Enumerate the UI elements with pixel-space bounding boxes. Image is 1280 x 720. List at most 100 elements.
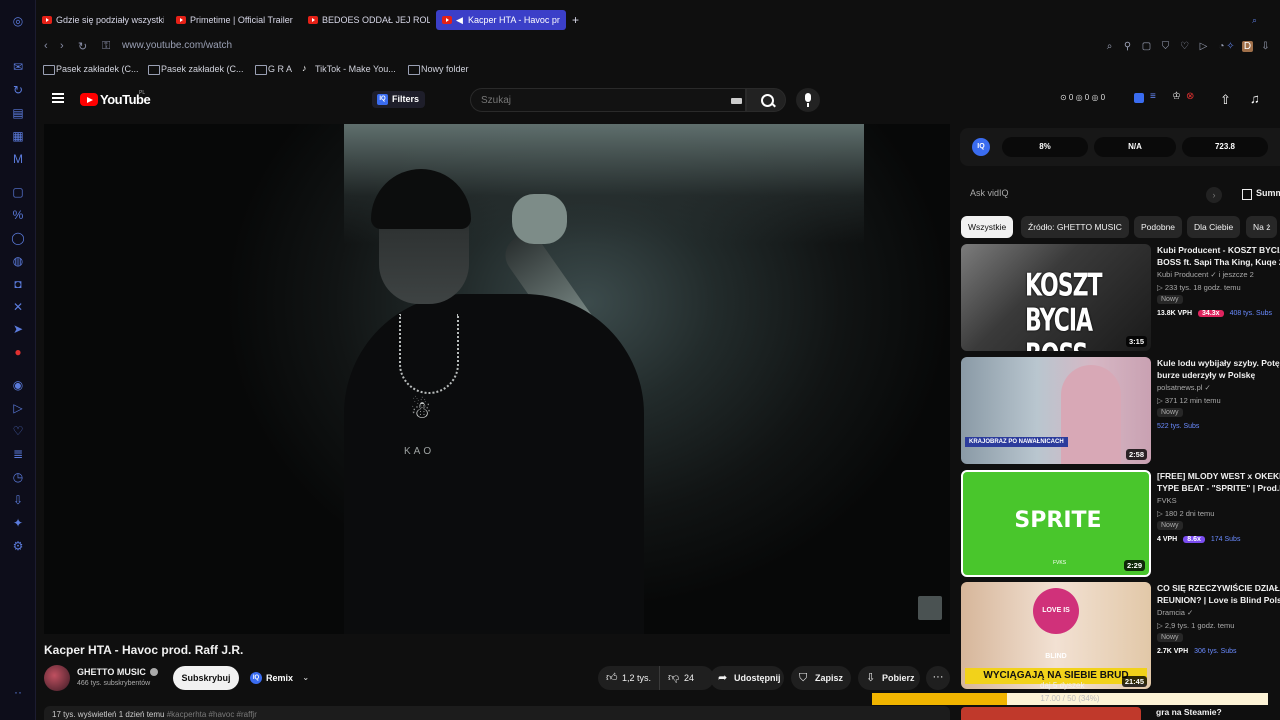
browser-tab[interactable]: BEDOES ODDAŁ JEJ ROLĘ: [302, 10, 430, 30]
video-thumbnail[interactable]: KRAJOBRAZ PO NAWAŁNICACH 2:58: [961, 357, 1151, 464]
youtube-logo-icon[interactable]: [80, 93, 98, 106]
vidiq-filters-button[interactable]: IQ Filters: [372, 91, 426, 108]
url-field[interactable]: www.youtube.com/watch: [122, 40, 232, 51]
download-icon[interactable]: ⇩: [11, 493, 25, 507]
extensions-icon[interactable]: ✦: [11, 516, 25, 530]
channel-avatar[interactable]: [44, 665, 70, 691]
bookmark-folder[interactable]: Nowy folder: [408, 64, 469, 75]
pin-icon[interactable]: ⚲: [1122, 41, 1133, 52]
recommendation-title[interactable]: gra na Steamie?: [1156, 707, 1222, 717]
back-icon[interactable]: ‹: [44, 40, 48, 52]
share-button[interactable]: ➦ Udostępnij: [710, 666, 784, 690]
keyboard-icon[interactable]: [731, 98, 742, 104]
screenshot-icon[interactable]: ▢: [1141, 41, 1152, 52]
browser-tab[interactable]: Gdzie się podziały wszystki: [36, 10, 164, 30]
mail-icon[interactable]: ✉: [11, 60, 25, 74]
chip-more[interactable]: Na ż: [1246, 216, 1278, 238]
upload-icon[interactable]: ⇧: [1220, 92, 1231, 108]
heart-icon[interactable]: ♡: [11, 424, 25, 438]
remix-button[interactable]: IQ Remix ⌄: [248, 668, 311, 688]
discord-icon[interactable]: ◍: [11, 254, 25, 268]
layers-icon[interactable]: ≣: [11, 447, 25, 461]
bookmark-tiktok[interactable]: TikTok - Make You...: [302, 63, 396, 74]
zoom-icon[interactable]: ⌕: [1104, 41, 1115, 52]
dislike-button[interactable]: 👎︎ 24: [660, 666, 714, 690]
trophy-icon[interactable]: ♔: [1172, 91, 1181, 102]
x-icon[interactable]: ✕: [11, 300, 25, 314]
shield-icon[interactable]: ⛉: [1160, 41, 1171, 52]
notes-icon[interactable]: ▦: [11, 129, 25, 143]
recommendation-title[interactable]: Kubi Producent - KOSZT BYCIA BOSS ft. Sap…: [1157, 244, 1280, 268]
description-box[interactable]: 17 tys. wyświetleń 1 dzień temu #kacperh…: [44, 706, 950, 720]
settings-gear-icon[interactable]: ⚙: [11, 539, 25, 553]
subscribe-button[interactable]: Subskrybuj: [173, 666, 239, 690]
recommendation-item[interactable]: SPRITE FVKS 2:29 [FREE] MLODY WEST x OKE…: [961, 470, 1280, 578]
favorite-heart-icon[interactable]: ♡: [1179, 41, 1190, 52]
chip-source[interactable]: Źródło: GHETTO MUSIC: [1021, 216, 1129, 238]
recommendation-title[interactable]: Kule lodu wybijały szyby. Potężne burze u…: [1157, 357, 1280, 381]
summary-button[interactable]: Summ: [1242, 188, 1280, 200]
player-icon[interactable]: ▷: [1198, 41, 1209, 52]
chip-similar[interactable]: Podobne: [1134, 216, 1183, 238]
browser-tab-active[interactable]: ◀ Kacper HTA - Havoc pr: [436, 10, 566, 30]
new-tab-button[interactable]: +: [568, 10, 588, 30]
notifications-bell-icon[interactable]: ♫: [1250, 91, 1260, 106]
ask-vidiq-box[interactable]: Ask vidIQ ›: [960, 180, 1230, 210]
percent-icon[interactable]: %: [11, 208, 25, 222]
browser-tab[interactable]: Primetime | Official Trailer: [170, 10, 298, 30]
vidiq-toolbar-icon[interactable]: [1134, 93, 1144, 103]
video-thumbnail[interactable]: LOVE IS BLIND WYCIĄGAJĄ NA SIEBIE BRUD 2…: [961, 582, 1151, 689]
recommendation-item[interactable]: KOSZT BYCIA BOSS 3:15 Kubi Producent - K…: [961, 244, 1280, 352]
chip-all[interactable]: Wszystkie: [961, 216, 1014, 238]
forward-icon[interactable]: ›: [60, 40, 64, 52]
more-actions-icon[interactable]: ···: [926, 666, 950, 690]
bookmark-folder[interactable]: G R A: [255, 64, 292, 75]
video-thumbnail[interactable]: KOSZT BYCIA BOSS 3:15: [961, 244, 1151, 351]
tab-search-icon[interactable]: ⌕: [1248, 10, 1268, 30]
video-player[interactable]: ☃ KAO: [44, 124, 950, 634]
twitch-icon[interactable]: ▢: [11, 185, 25, 199]
bookmark-folder[interactable]: Pasek zakładek (C...: [148, 64, 244, 75]
video-thumbnail[interactable]: SPRITE FVKS 2:29: [961, 470, 1151, 577]
recommendation-title[interactable]: CO SIĘ RZECZYWIŚCIE DZIAŁO REUNION? | Lov…: [1157, 582, 1280, 606]
history-icon[interactable]: ↻: [11, 83, 25, 97]
music-icon[interactable]: ◉: [11, 378, 25, 392]
recommendation-channel[interactable]: Dramcia ✓: [1157, 608, 1193, 617]
save-button[interactable]: ⛉ Zapisz: [791, 666, 851, 690]
vidiq-logo-icon[interactable]: IQ: [972, 138, 990, 156]
recommendation-channel[interactable]: polsatnews.pl ✓: [1157, 383, 1211, 392]
miniplayer-thumbnail[interactable]: [918, 596, 942, 620]
record-icon[interactable]: ●: [11, 345, 25, 359]
clock-icon[interactable]: ◷: [11, 470, 25, 484]
wallet-icon[interactable]: ▤: [11, 106, 25, 120]
recommendation-item[interactable]: LOVE IS BLIND WYCIĄGAJĄ NA SIEBIE BRUD 2…: [961, 582, 1280, 690]
ask-vidiq-input[interactable]: Ask vidIQ: [970, 188, 1009, 198]
microphone-icon[interactable]: [796, 88, 820, 112]
search-button[interactable]: [746, 88, 786, 112]
recommendation-channel[interactable]: FVKS: [1157, 496, 1177, 505]
recommendation-channel[interactable]: Kubi Producent ✓ i jeszcze 2: [1157, 270, 1254, 279]
download-button[interactable]: ⇩ Pobierz: [858, 666, 920, 690]
description-tags[interactable]: #kacperhta #havoc #raffjr: [167, 710, 257, 719]
recommendation-item[interactable]: KRAJOBRAZ PO NAWAŁNICACH 2:58 Kule lodu …: [961, 357, 1280, 465]
bookmark-folder[interactable]: Pasek zakładek (C...: [43, 64, 139, 75]
play-icon[interactable]: ▷: [11, 401, 25, 415]
browser-logo-icon[interactable]: ◎: [11, 14, 25, 28]
video-thumbnail[interactable]: [961, 707, 1141, 720]
channel-name[interactable]: GHETTO MUSIC: [77, 667, 146, 677]
hamburger-menu-icon[interactable]: [52, 93, 64, 103]
chip-for-you[interactable]: Dla Ciebie: [1187, 216, 1241, 238]
extension-icon[interactable]: ✧: [1225, 41, 1236, 52]
profile-icon[interactable]: D: [1242, 41, 1253, 52]
messenger-m-icon[interactable]: M: [11, 152, 25, 166]
reload-icon[interactable]: ↻: [78, 40, 87, 53]
search-input[interactable]: [481, 89, 711, 111]
recommendation-title[interactable]: [FREE] MLODY WEST x OKEKEL TYPE BEAT - "S…: [1157, 470, 1280, 494]
telegram-icon[interactable]: ➤: [11, 322, 25, 336]
alert-icon[interactable]: ⊗: [1186, 91, 1194, 102]
chat-icon[interactable]: ◯: [11, 231, 25, 245]
instagram-icon[interactable]: ◘: [11, 277, 25, 291]
send-arrow-icon[interactable]: ›: [1206, 187, 1222, 203]
downloads-icon[interactable]: ⇩: [1260, 41, 1271, 52]
more-icon[interactable]: ··: [11, 685, 25, 699]
